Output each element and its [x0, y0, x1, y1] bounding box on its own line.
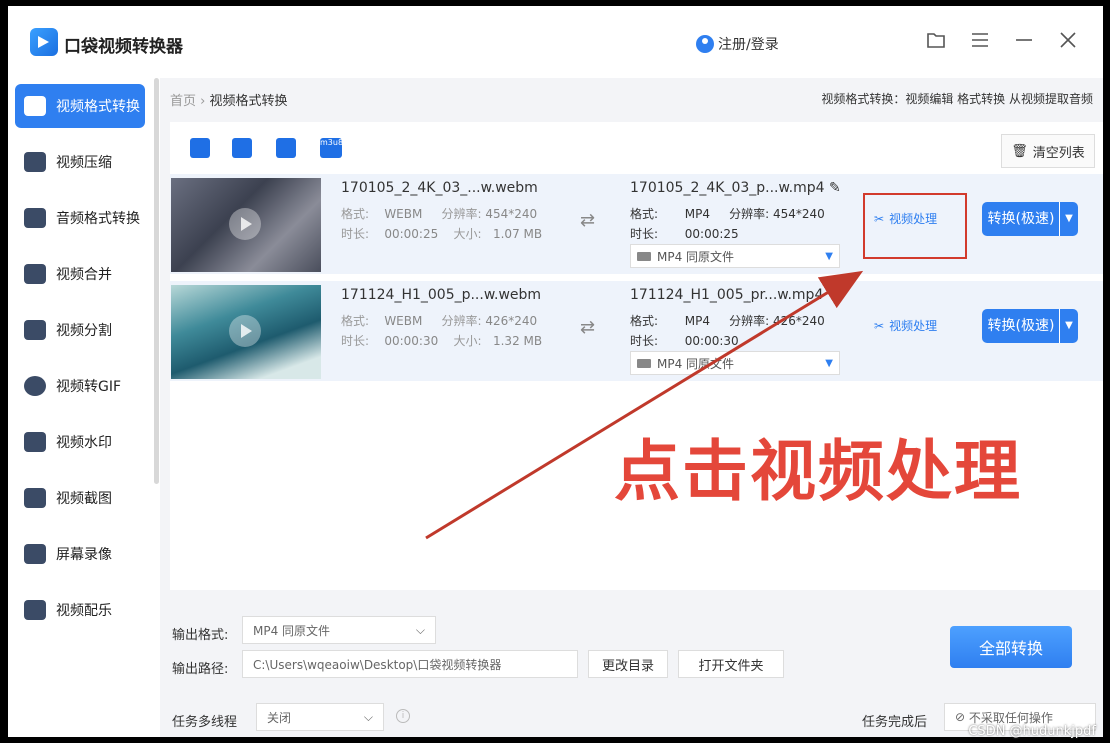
annotation-arrow: [425, 270, 864, 540]
app-window: 口袋视频转换器 注册/登录 视频格式转换 视频压缩 音频格式转换 视频合并 视频…: [8, 6, 1103, 737]
annotation-text: 点击视频处理: [614, 433, 1022, 510]
watermark: CSDN @hudunkjpdf: [968, 724, 1096, 739]
